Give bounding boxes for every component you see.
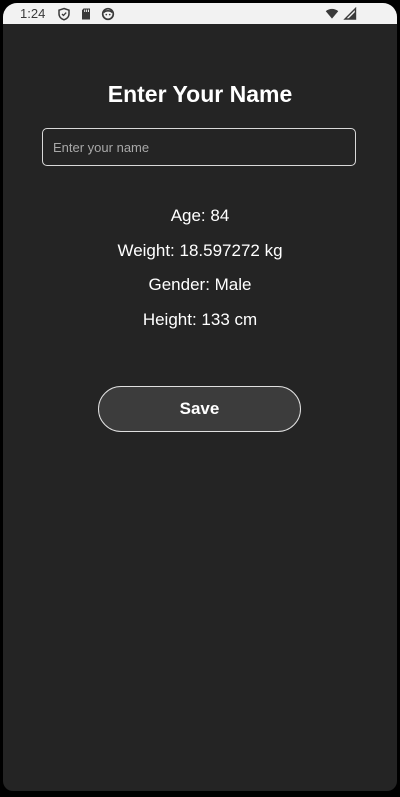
status-bar-left: 1:24 — [20, 6, 123, 21]
weight-text: Weight: 18.597272 kg — [117, 241, 283, 260]
age-text: Age: 84 — [170, 206, 230, 225]
signal-icon — [343, 7, 357, 21]
phone-frame: 1:24 Enter Your Name Enter your name Age… — [0, 0, 400, 797]
face-icon — [101, 7, 115, 21]
wifi-icon — [325, 7, 339, 21]
name-input[interactable] — [42, 128, 356, 166]
app-screen: 1:24 Enter Your Name Enter your name Age… — [3, 3, 397, 791]
gender-text: Gender: Male — [148, 275, 252, 294]
status-bar-right — [325, 7, 357, 21]
shield-icon — [57, 7, 71, 21]
page-title: Enter Your Name — [107, 81, 293, 107]
save-button[interactable]: Save — [98, 386, 301, 432]
status-time: 1:24 — [20, 6, 46, 21]
sd-card-icon — [79, 7, 93, 21]
status-bar: 1:24 — [3, 3, 397, 24]
height-text: Height: 133 cm — [142, 310, 258, 329]
